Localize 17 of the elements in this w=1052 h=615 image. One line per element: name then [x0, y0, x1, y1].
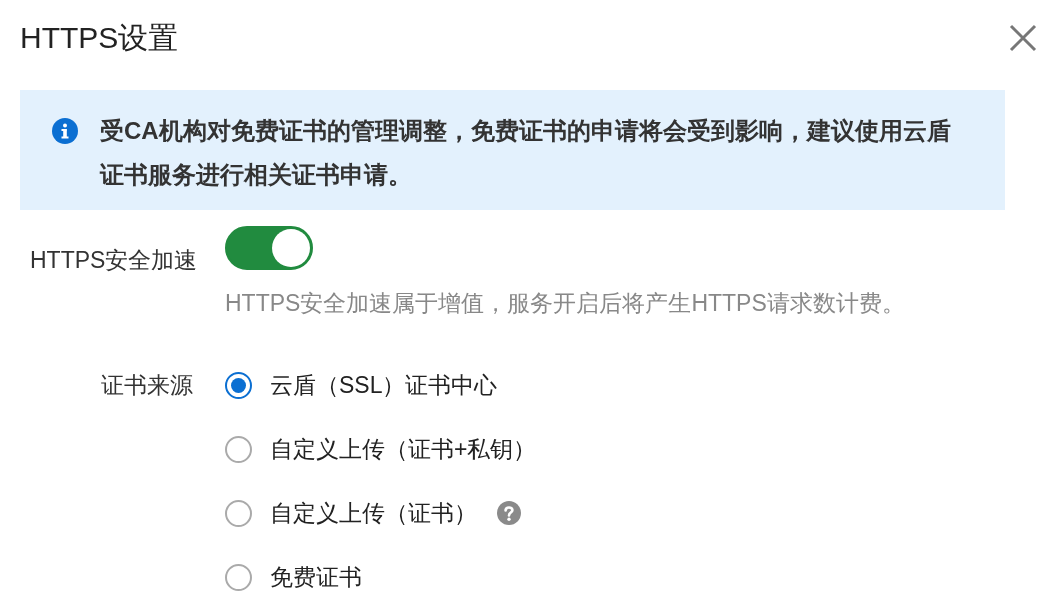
option-label[interactable]: 免费证书: [270, 562, 362, 592]
dialog-title: HTTPS设置: [20, 19, 179, 56]
field-label: 证书来源: [101, 371, 193, 400]
notice-text: 受CA机构对免费证书的管理调整，免费证书的申请将会受到影响，建议使用云盾证书服务进行相关证书申请。: [100, 116, 952, 190]
help-icon[interactable]: [497, 501, 521, 525]
option-label[interactable]: 云盾（SSL）证书中心: [270, 370, 498, 400]
option-label[interactable]: 自定义上传（证书）: [270, 498, 477, 528]
radio-button[interactable]: [225, 435, 252, 463]
hint-text: HTTPS安全加速属于增值，服务开启后将产生HTTPS请求数计费。: [225, 289, 905, 318]
info-icon: [52, 118, 78, 144]
toggle-switch[interactable]: [225, 226, 313, 270]
close-icon[interactable]: [1009, 23, 1037, 52]
option-label[interactable]: 自定义上传（证书+私钥）: [270, 434, 537, 464]
field-label: HTTPS安全加速: [30, 246, 198, 275]
radio-button[interactable]: [225, 371, 252, 399]
radio-button[interactable]: [225, 499, 252, 527]
radio-button[interactable]: [225, 563, 252, 591]
